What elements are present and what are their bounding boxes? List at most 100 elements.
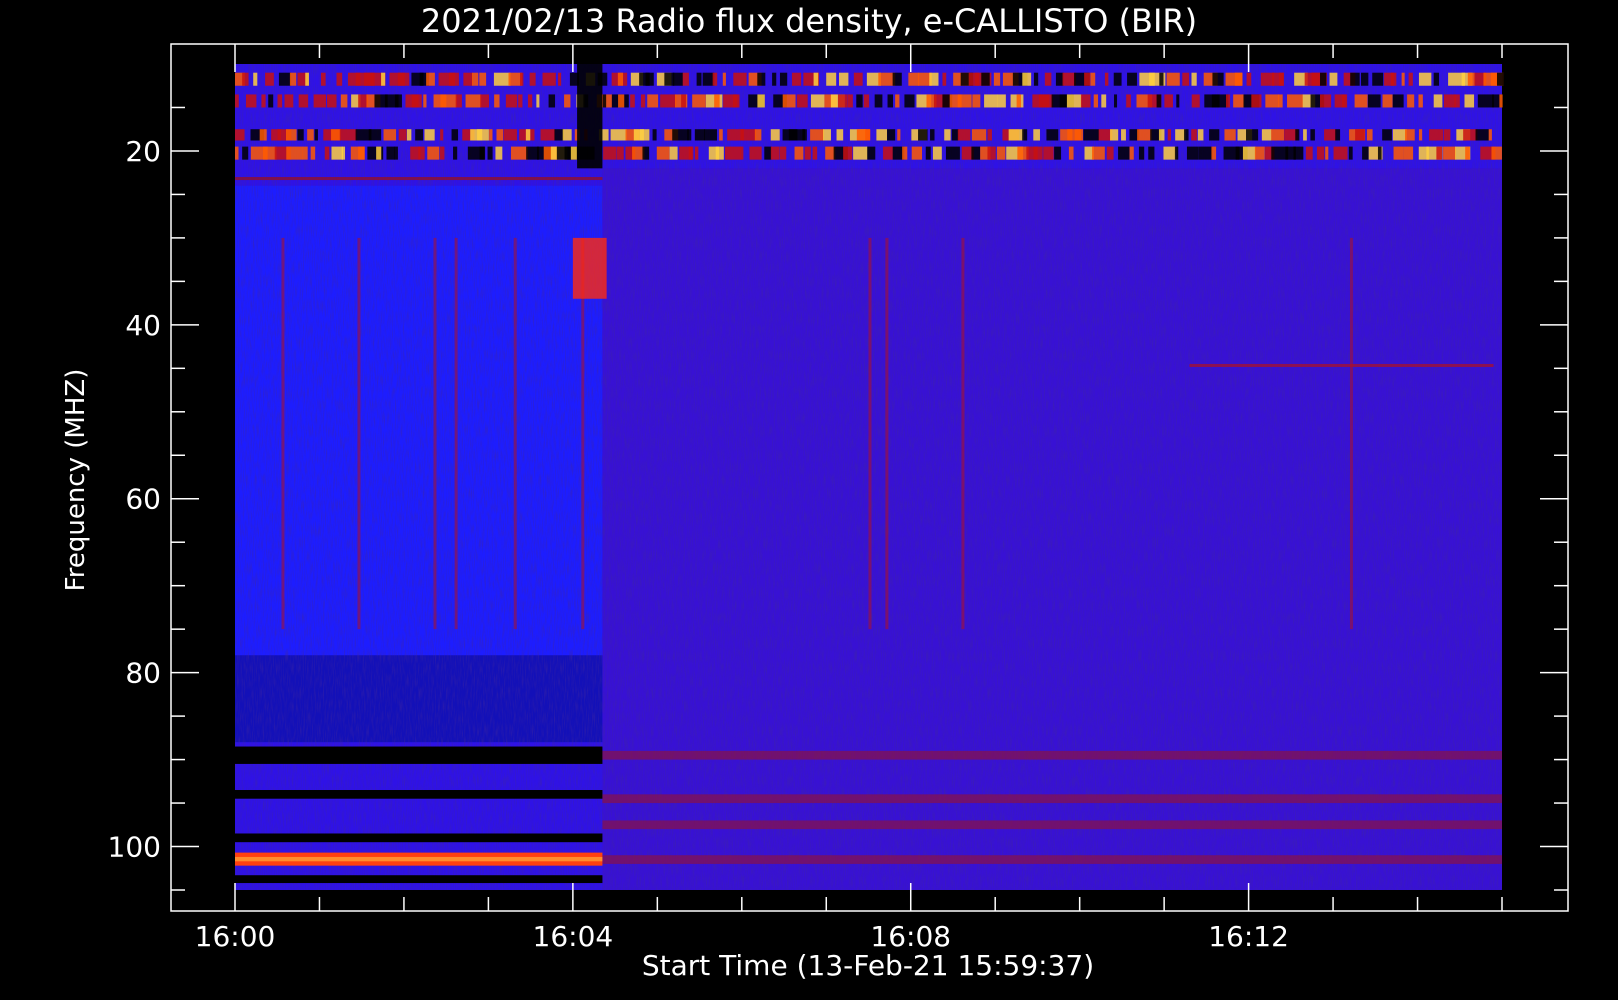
burst-line [357,237,361,630]
rfi-band-segment [645,72,650,86]
rfi-band-segment [394,146,398,160]
rfi-band-segment [971,146,981,160]
rfi-band-segment [511,146,528,160]
rfi-band-segment [887,94,893,108]
rfi-band-segment [261,94,266,108]
rfi-band-segment [1391,72,1395,86]
rfi-band-segment [536,94,540,108]
rfi-band-segment [1443,146,1456,160]
rfi-band-segment [782,94,796,108]
rfi-band-segment [944,129,951,141]
rfi-band-segment [487,146,493,160]
rfi-band-segment [242,146,249,160]
rfi-band-segment [1148,146,1155,160]
rfi-band-segment [1198,146,1213,160]
rfi-band-segment [503,129,517,141]
rfi-band-segment [1163,146,1177,160]
rfi-band-segment [688,146,694,160]
rfi-band-segment [1033,129,1040,141]
rfi-band-segment [1126,94,1131,108]
rfi-band-segment [1320,72,1327,86]
fm-band-late [602,794,1502,804]
rfi-band-segment [1175,129,1186,141]
rfi-band-segment [779,72,788,86]
rfi-band-segment [451,129,459,141]
x-tick-label: 16:12 [1208,920,1289,953]
rfi-band-segment [987,146,996,160]
rfi-band-segment [494,94,500,108]
rfi-band-segment [669,146,678,160]
rfi-band-segment [286,146,303,160]
rfi-band-segment [278,72,292,86]
rfi-band-segment [1242,146,1256,160]
rfi-band-segment [1333,146,1348,160]
rfi-band-segment [453,146,458,160]
x-tick-label: 16:00 [195,920,276,953]
y-tick-label: 40 [125,309,161,342]
rfi-band-segment [277,94,283,108]
rfi-band-segment [1475,129,1489,141]
rfi-band-segment [770,129,780,141]
x-axis-label: Start Time (13-Feb-21 15:59:37) [642,949,1094,982]
rfi-band-segment [336,72,343,86]
rfi-band-segment [1384,72,1397,86]
rfi-band-segment [1499,94,1503,108]
rfi-band-segment [1310,129,1315,141]
rfi-band-segment [1137,129,1152,141]
rfi-band-segment [853,72,863,86]
rfi-band-segment [764,146,772,160]
rfi-band-segment [259,129,267,141]
rfi-band-segment [298,94,309,108]
rfi-band-segment [1191,94,1200,108]
rfi-band-segment [1226,94,1230,108]
rfi-band-segment [527,94,533,108]
rfi-band-segment [1362,146,1369,160]
rfi-band-segment [1211,146,1217,160]
rfi-band-segment [1491,146,1502,160]
rfi-band-segment [406,129,412,141]
rfi-band-segment [1463,129,1478,141]
rfi-band-segment [719,129,723,141]
burst-line [281,237,285,630]
rfi-band-segment [423,94,427,108]
rfi-band-segment [525,129,531,141]
rfi-band-segment [1166,72,1180,86]
rfi-band-segment [397,72,410,86]
rfi-band-segment [1156,94,1162,108]
rfi-band-segment [897,129,901,141]
rfi-band-segment [263,146,277,160]
rfi-band-segment [313,94,327,108]
rfi-band-segment [268,94,274,108]
rfi-band-segment [895,94,900,108]
rfi-band-segment [253,72,258,86]
rfi-band-segment [1418,94,1423,108]
rfi-band-segment [1465,146,1470,160]
rfi-band-segment [772,72,777,86]
rfi-band-segment [398,129,407,141]
rfi-band-segment [1211,94,1229,108]
x-tick-label: 16:04 [533,920,614,953]
rfi-band-segment [1113,72,1122,86]
rfi-band-segment [289,72,297,86]
rfi-band-segment [1355,129,1365,141]
rfi-band-segment [733,72,747,86]
rfi-band-segment [324,146,330,160]
rfi-band-segment [1305,146,1313,160]
rfi-band-segment [682,72,689,86]
rfi-band-segment [672,129,689,141]
rfi-band-segment [305,72,309,86]
rfi-band-segment [1324,129,1337,141]
rfi-band-segment [1433,72,1440,86]
rfi-band-segment [1106,146,1114,160]
rfi-band-segment [656,146,670,160]
burst-line [961,237,965,630]
rfi-band-segment [1138,146,1145,160]
rfi-band-segment [1101,94,1107,108]
rfi-band-segment [297,129,304,141]
rfi-band-segment [1033,146,1043,160]
rfi-band-segment [757,94,765,108]
rfi-band-segment [440,129,444,141]
rfi-band-segment [843,146,853,160]
chart-title: 2021/02/13 Radio flux density, e-CALLIST… [421,2,1197,40]
rfi-band-segment [1454,94,1460,108]
